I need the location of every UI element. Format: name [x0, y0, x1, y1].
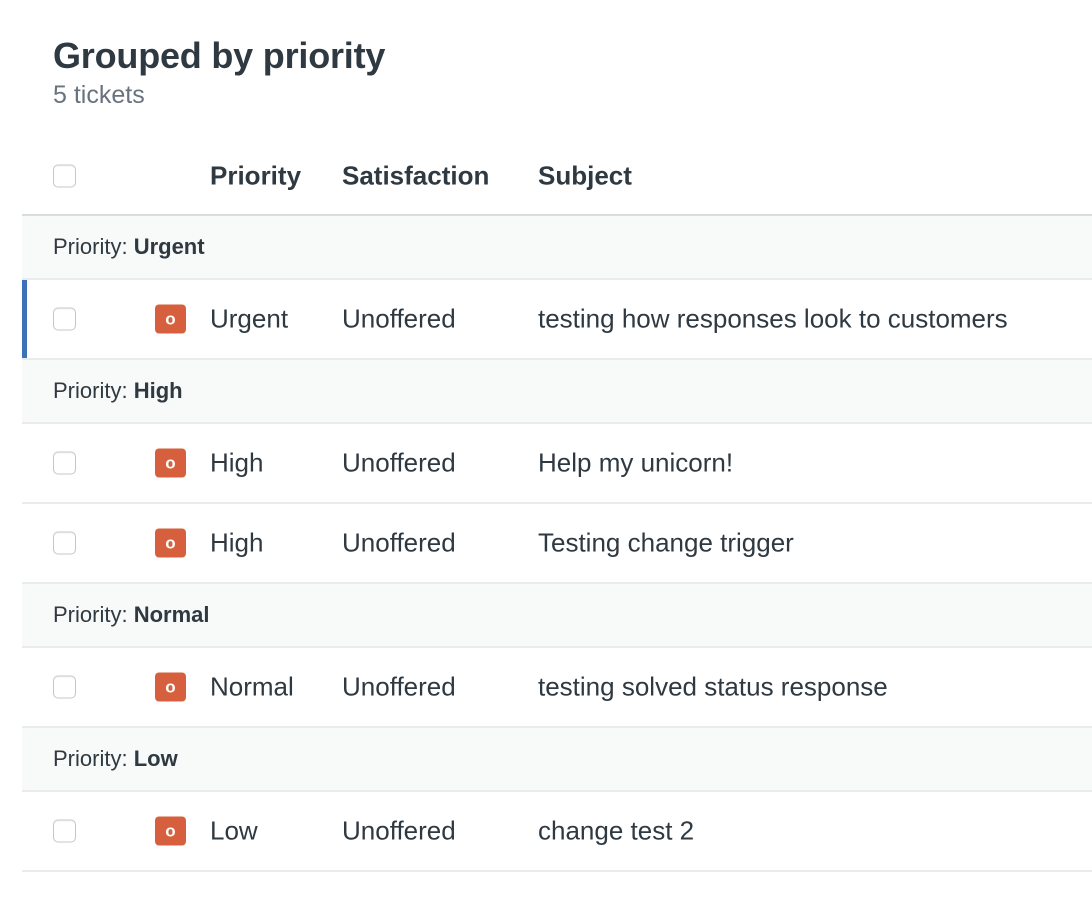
subject-link[interactable]: Testing change trigger	[538, 528, 794, 559]
table-row[interactable]: o High Unoffered Testing change trigger	[22, 504, 1092, 584]
subject-link[interactable]: testing solved status response	[538, 672, 888, 703]
priority-cell: High	[210, 447, 264, 478]
row-checkbox[interactable]	[53, 819, 76, 843]
group-header-normal: Priority: Normal	[22, 584, 1092, 648]
table-row[interactable]: o High Unoffered Help my unicorn!	[22, 424, 1092, 504]
view-heading: Grouped by priority 5 tickets	[53, 34, 385, 110]
group-prefix: Priority:	[53, 602, 128, 627]
group-prefix: Priority:	[53, 746, 128, 771]
select-all-checkbox[interactable]	[53, 164, 76, 188]
column-header-priority[interactable]: Priority	[210, 161, 301, 192]
page-title: Grouped by priority	[53, 35, 386, 76]
priority-cell: High	[210, 527, 264, 558]
row-checkbox[interactable]	[53, 675, 76, 699]
table-row[interactable]: o Urgent Unoffered testing how responses…	[22, 280, 1092, 360]
subject-link[interactable]: change test 2	[538, 816, 694, 847]
satisfaction-cell: Unoffered	[342, 527, 456, 558]
satisfaction-cell: Unoffered	[342, 447, 456, 478]
status-open-badge: o	[155, 816, 186, 846]
satisfaction-cell: Unoffered	[342, 303, 456, 334]
column-header-subject[interactable]: Subject	[538, 161, 632, 192]
group-prefix: Priority:	[53, 378, 128, 403]
satisfaction-cell: Unoffered	[342, 671, 456, 702]
status-open-badge: o	[155, 672, 186, 702]
table-header: Priority Satisfaction Subject	[22, 138, 1092, 216]
status-open-badge: o	[155, 304, 186, 334]
ticket-count: 5 tickets	[53, 81, 145, 109]
satisfaction-cell: Unoffered	[342, 815, 456, 846]
column-header-satisfaction[interactable]: Satisfaction	[342, 161, 489, 192]
group-name: Normal	[133, 602, 210, 627]
table-row[interactable]: o Normal Unoffered testing solved status…	[22, 648, 1092, 728]
row-checkbox[interactable]	[53, 307, 76, 331]
group-prefix: Priority:	[53, 234, 128, 259]
table-row[interactable]: o Low Unoffered change test 2	[22, 792, 1092, 872]
group-header-low: Priority: Low	[22, 728, 1092, 792]
ticket-table: Priority Satisfaction Subject Priority: …	[22, 138, 1092, 872]
group-name: Urgent	[133, 234, 205, 259]
priority-cell: Urgent	[210, 303, 289, 334]
group-name: High	[133, 378, 183, 403]
subject-link[interactable]: Help my unicorn!	[538, 448, 733, 479]
status-open-badge: o	[155, 528, 186, 558]
status-open-badge: o	[155, 448, 186, 478]
priority-cell: Normal	[210, 671, 294, 702]
row-checkbox[interactable]	[53, 531, 76, 555]
group-name: Low	[133, 746, 178, 771]
row-checkbox[interactable]	[53, 451, 76, 475]
subject-link[interactable]: testing how responses look to customers	[538, 304, 1008, 335]
priority-cell: Low	[210, 815, 258, 846]
group-header-high: Priority: High	[22, 360, 1092, 424]
group-header-urgent: Priority: Urgent	[22, 216, 1092, 280]
